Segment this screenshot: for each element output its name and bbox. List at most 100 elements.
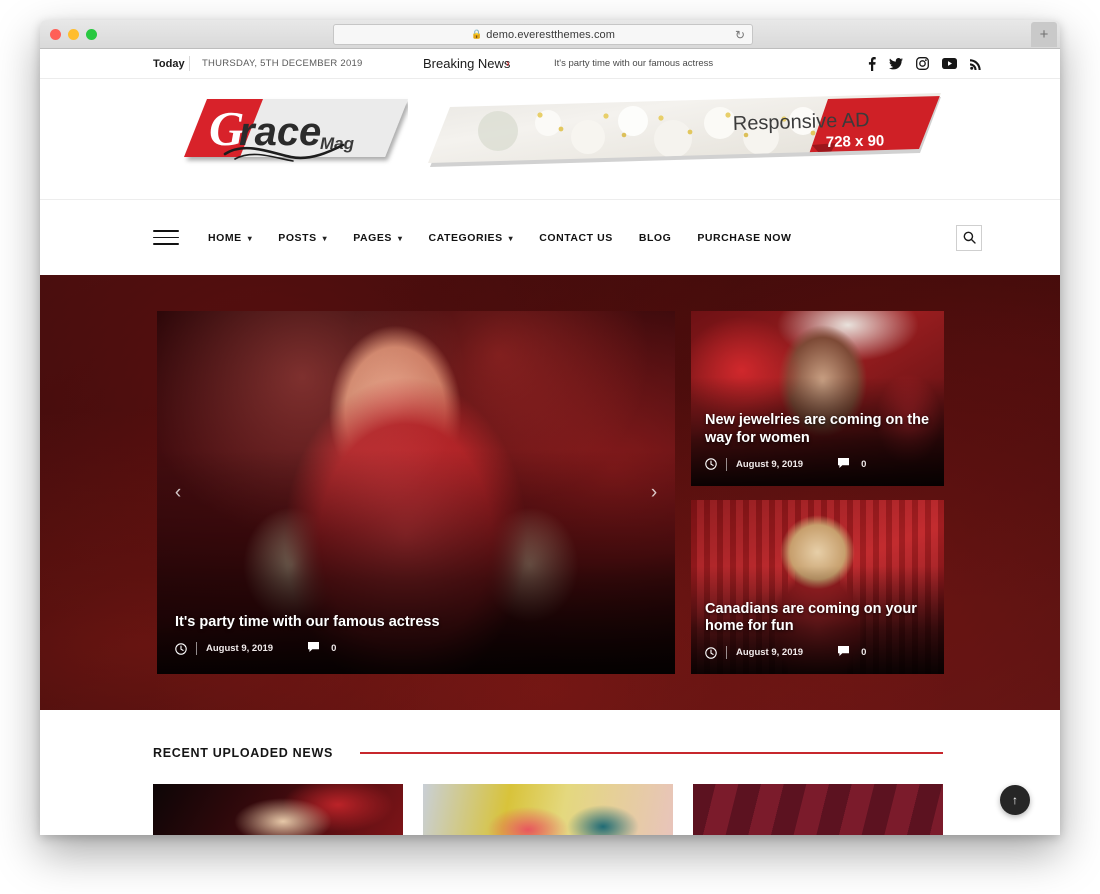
window-controls[interactable] bbox=[50, 29, 97, 40]
lock-icon: 🔒 bbox=[470, 28, 483, 39]
rss-icon[interactable] bbox=[970, 58, 982, 70]
chevron-down-icon: ▾ bbox=[508, 234, 514, 243]
section-rule bbox=[359, 752, 943, 754]
nav-item-purchase-now[interactable]: PURCHASE NOW bbox=[684, 232, 804, 244]
side-post-comments: 0 bbox=[837, 457, 866, 472]
recent-news-header: RECENT UPLOADED NEWS bbox=[153, 746, 943, 760]
browser-window: 🔒 demo.everestthemes.com ↻ + Today THURSD… bbox=[40, 20, 1060, 835]
address-bar[interactable]: 🔒 demo.everestthemes.com ↻ bbox=[333, 24, 753, 45]
clock-icon bbox=[705, 646, 717, 659]
url-text: demo.everestthemes.com bbox=[486, 28, 616, 41]
nav-item-blog[interactable]: BLOG bbox=[626, 232, 685, 244]
brand-row: G race Mag Responsive AD 728 x 90 bbox=[40, 79, 1060, 199]
recent-thumb-1[interactable] bbox=[153, 784, 403, 835]
instagram-icon[interactable] bbox=[916, 57, 929, 70]
breaking-news-arrow-icon[interactable]: › bbox=[506, 58, 510, 70]
topbar-divider bbox=[189, 56, 190, 71]
hamburger-icon[interactable] bbox=[153, 225, 179, 250]
nav-item-categories[interactable]: CATEGORIES ▾ bbox=[416, 232, 527, 244]
featured-slide[interactable]: It's party time with our famous actress … bbox=[157, 311, 675, 674]
featured-slide-caption: It's party time with our famous actress … bbox=[157, 614, 675, 674]
comment-count: 0 bbox=[861, 647, 867, 658]
chevron-down-icon: ▾ bbox=[247, 234, 253, 243]
breaking-news-label: Breaking News bbox=[423, 56, 511, 71]
recent-news-thumbnails bbox=[153, 784, 943, 835]
slider-next-button[interactable]: › bbox=[641, 480, 667, 506]
slider-prev-button[interactable]: ‹ bbox=[165, 480, 191, 506]
site-logo[interactable]: G race Mag bbox=[153, 91, 408, 169]
ad-title-text: Responsive AD bbox=[733, 109, 870, 135]
nav-label: CONTACT US bbox=[539, 231, 613, 244]
comment-count: 0 bbox=[331, 643, 337, 654]
recent-news-heading: RECENT UPLOADED NEWS bbox=[153, 746, 333, 760]
reload-icon[interactable]: ↻ bbox=[735, 28, 745, 42]
arrow-up-icon: ↑ bbox=[1012, 793, 1018, 807]
featured-slide-date: August 9, 2019 bbox=[206, 643, 274, 654]
side-post-caption: New jewelries are coming on the way for … bbox=[691, 412, 944, 485]
side-post-canadians[interactable]: Canadians are coming on your home for fu… bbox=[691, 499, 944, 674]
side-post-meta: August 9, 2019 0 bbox=[705, 645, 930, 660]
featured-slide-meta: August 9, 2019 0 bbox=[175, 641, 657, 656]
meta-divider bbox=[196, 642, 197, 655]
side-posts-column: New jewelries are coming on the way for … bbox=[691, 311, 944, 674]
site-topbar: Today THURSDAY, 5TH DECEMBER 2019 Breaki… bbox=[40, 49, 1060, 79]
side-post-jewelries[interactable]: New jewelries are coming on the way for … bbox=[691, 311, 944, 486]
side-post-date: August 9, 2019 bbox=[736, 458, 804, 470]
new-tab-button[interactable]: + bbox=[1031, 22, 1057, 47]
facebook-icon[interactable] bbox=[868, 56, 876, 71]
nav-label: HOME bbox=[208, 231, 242, 244]
recent-thumb-2[interactable] bbox=[423, 784, 673, 835]
comment-icon bbox=[837, 645, 850, 660]
recent-thumb-3[interactable] bbox=[693, 784, 943, 835]
comment-count: 0 bbox=[861, 458, 867, 470]
side-post-meta: August 9, 2019 0 bbox=[705, 457, 930, 472]
nav-label: CATEGORIES bbox=[428, 231, 503, 244]
twitter-icon[interactable] bbox=[889, 57, 903, 70]
current-date: THURSDAY, 5TH DECEMBER 2019 bbox=[202, 58, 363, 69]
svg-text:Mag: Mag bbox=[320, 134, 355, 153]
close-window-button[interactable] bbox=[50, 29, 61, 40]
recent-news-section: RECENT UPLOADED NEWS ↑ bbox=[40, 710, 1060, 835]
comment-icon bbox=[837, 457, 850, 472]
advertisement-banner[interactable]: Responsive AD 728 x 90 bbox=[428, 85, 941, 171]
nav-label: POSTS bbox=[278, 231, 317, 244]
social-links[interactable] bbox=[868, 56, 982, 71]
address-bar-text: 🔒 demo.everestthemes.com bbox=[471, 29, 615, 41]
side-post-caption: Canadians are coming on your home for fu… bbox=[691, 601, 944, 674]
featured-slide-title[interactable]: It's party time with our famous actress bbox=[175, 614, 657, 632]
side-post-date: August 9, 2019 bbox=[736, 647, 804, 658]
nav-item-posts[interactable]: POSTS ▾ bbox=[265, 232, 340, 244]
chevron-down-icon: ▾ bbox=[322, 234, 328, 243]
page-viewport: Today THURSDAY, 5TH DECEMBER 2019 Breaki… bbox=[40, 49, 1060, 835]
featured-slide-comments: 0 bbox=[307, 641, 336, 656]
hero-slider-section: It's party time with our famous actress … bbox=[40, 275, 1060, 710]
search-icon bbox=[963, 231, 976, 244]
scroll-to-top-button[interactable]: ↑ bbox=[1000, 785, 1030, 815]
clock-icon bbox=[705, 458, 717, 470]
side-post-comments: 0 bbox=[837, 645, 866, 660]
chevron-down-icon: ▾ bbox=[397, 234, 403, 243]
hero-content: It's party time with our famous actress … bbox=[157, 311, 944, 674]
nav-menu: HOME ▾ POSTS ▾ PAGES ▾ CATEGORIES ▾ CONT… bbox=[195, 232, 804, 244]
meta-divider bbox=[726, 457, 727, 471]
nav-label: PAGES bbox=[353, 231, 392, 244]
nav-item-contact-us[interactable]: CONTACT US bbox=[526, 232, 626, 244]
nav-label: BLOG bbox=[638, 231, 672, 244]
clock-icon bbox=[175, 642, 187, 655]
ad-size-text: 728 x 90 bbox=[826, 132, 885, 151]
breaking-news-headline[interactable]: It's party time with our famous actress bbox=[554, 58, 713, 69]
search-button[interactable] bbox=[956, 224, 982, 251]
main-navigation: HOME ▾ POSTS ▾ PAGES ▾ CATEGORIES ▾ CONT… bbox=[40, 199, 1060, 275]
nav-item-pages[interactable]: PAGES ▾ bbox=[340, 232, 415, 244]
maximize-window-button[interactable] bbox=[86, 29, 97, 40]
nav-label: PURCHASE NOW bbox=[697, 231, 792, 244]
browser-chrome-bar: 🔒 demo.everestthemes.com ↻ + bbox=[40, 20, 1060, 49]
comment-icon bbox=[307, 641, 320, 656]
minimize-window-button[interactable] bbox=[68, 29, 79, 40]
side-post-title[interactable]: Canadians are coming on your home for fu… bbox=[705, 601, 930, 636]
today-label: Today bbox=[153, 57, 185, 70]
side-post-title[interactable]: New jewelries are coming on the way for … bbox=[705, 412, 930, 447]
nav-item-home[interactable]: HOME ▾ bbox=[195, 232, 265, 244]
youtube-icon[interactable] bbox=[942, 58, 957, 69]
meta-divider bbox=[726, 646, 727, 659]
